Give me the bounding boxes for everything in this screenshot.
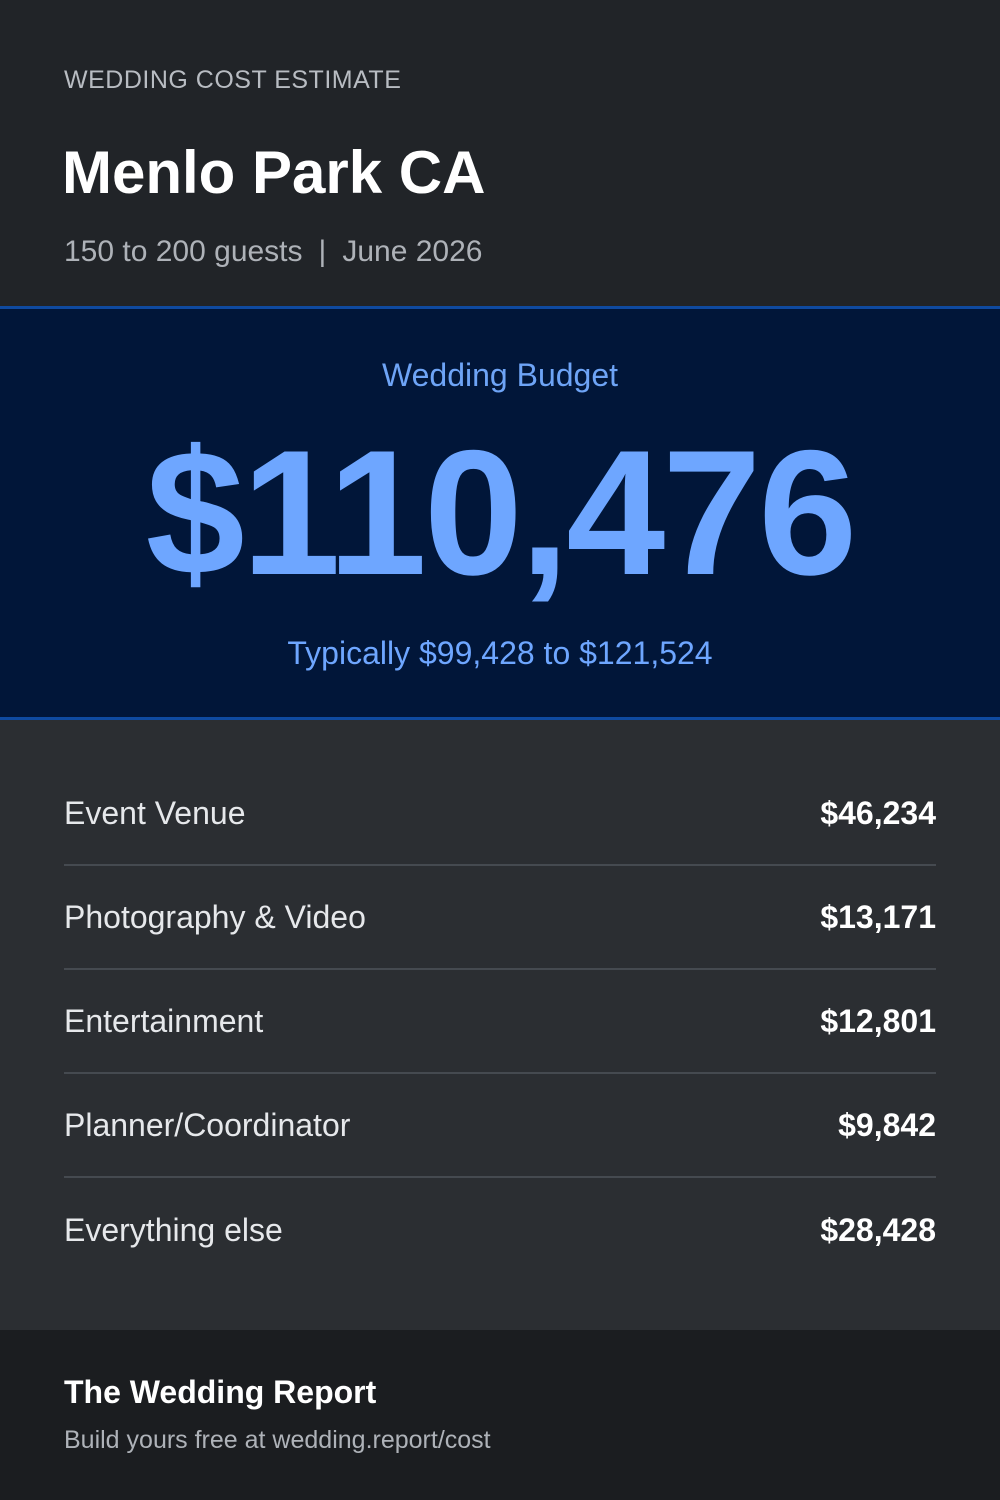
line-label: Photography & Video (64, 898, 366, 935)
budget-amount: $110,476 (145, 413, 858, 612)
list-item: Event Venue $46,234 (64, 762, 936, 866)
line-label: Planner/Coordinator (64, 1106, 351, 1143)
line-value: $46,234 (820, 794, 936, 831)
line-value: $28,428 (820, 1211, 936, 1248)
footer-tagline: Build yours free at wedding.report/cost (64, 1426, 491, 1454)
event-date: June 2026 (342, 235, 483, 268)
meta-separator: | (318, 235, 327, 268)
list-item: Photography & Video $13,171 (64, 866, 936, 970)
budget-panel: Wedding Budget $110,476 Typically $99,42… (0, 306, 1000, 720)
line-value: $13,171 (820, 898, 936, 935)
budget-range: Typically $99,428 to $121,524 (287, 635, 713, 671)
list-item: Entertainment $12,801 (64, 970, 936, 1074)
line-value: $12,801 (820, 1002, 936, 1039)
footer: The Wedding Report Build yours free at w… (0, 1330, 1000, 1500)
line-label: Entertainment (64, 1002, 264, 1039)
list-item: Planner/Coordinator $9,842 (64, 1074, 936, 1178)
header: WEDDING COST ESTIMATE Menlo Park CA 150 … (0, 0, 1000, 306)
line-value: $9,842 (838, 1106, 936, 1143)
eyebrow-label: WEDDING COST ESTIMATE (64, 66, 402, 94)
location-title: Menlo Park CA (62, 139, 486, 206)
cost-breakdown: Event Venue $46,234 Photography & Video … (0, 720, 1000, 1330)
list-item: Everything else $28,428 (64, 1178, 936, 1282)
line-label: Everything else (64, 1211, 283, 1248)
event-meta: 150 to 200 guests | June 2026 (64, 234, 936, 270)
budget-label: Wedding Budget (381, 357, 619, 393)
line-label: Event Venue (64, 794, 246, 831)
estimate-card: WEDDING COST ESTIMATE Menlo Park CA 150 … (0, 0, 1000, 1500)
guest-count: 150 to 200 guests (64, 235, 303, 268)
brand-name: The Wedding Report (64, 1374, 377, 1410)
